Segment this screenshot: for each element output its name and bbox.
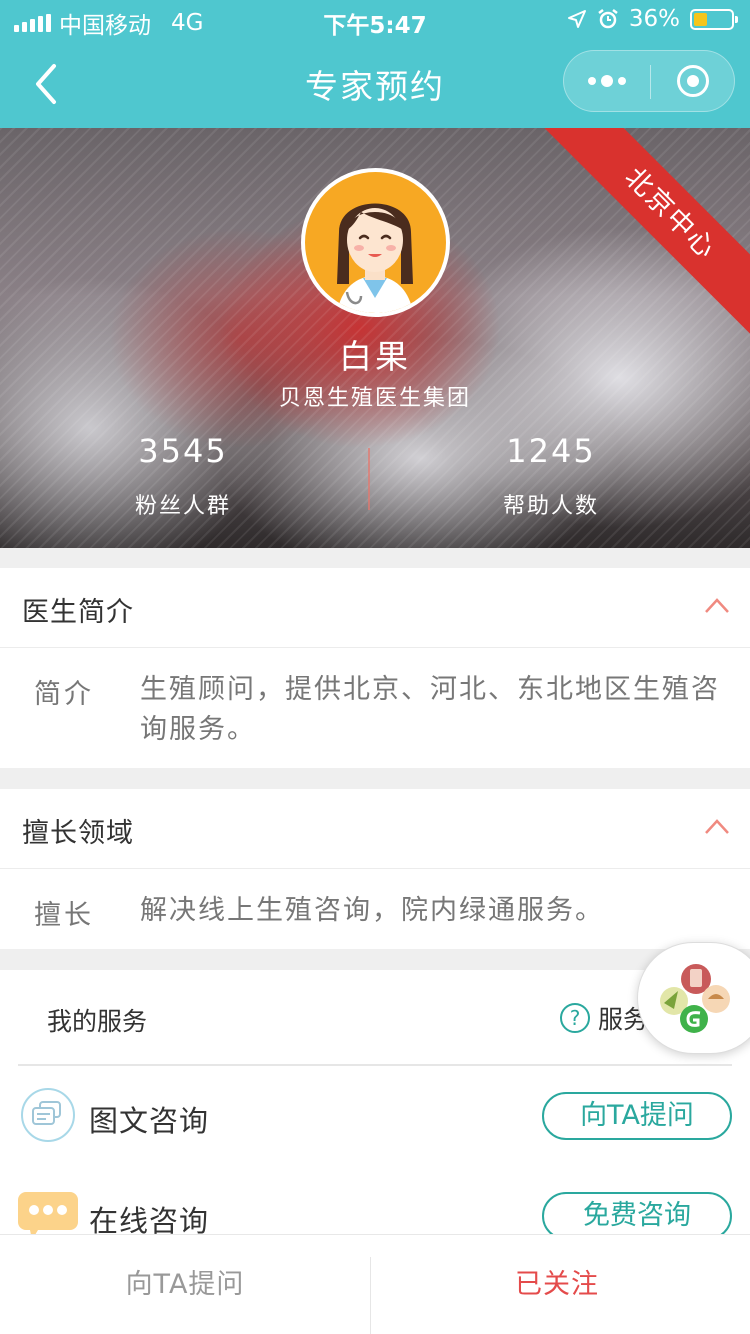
alarm-icon [598,9,618,29]
location-arrow-icon [567,10,586,28]
chevron-up-icon[interactable] [704,596,730,616]
doctor-hero: 北京中心 白果 贝恩生殖医生集团 3545 粉丝人群 1245 帮助人数 [0,128,750,548]
doctor-avatar [301,168,450,317]
chat-bubbles-icon [21,1088,75,1142]
expertise-title: 擅长领域 [22,818,134,849]
free-consult-button[interactable]: 免费咨询 [542,1192,732,1240]
mini-program-capsule [563,50,735,112]
expertise-card: 擅长领域 擅长 解决线上生殖咨询，院内绿通服务。 [0,789,750,949]
services-help[interactable]: ? 服务 [560,1000,648,1036]
doctor-organization: 贝恩生殖医生集团 [278,386,471,411]
stat-divider [368,448,370,510]
chevron-up-icon[interactable] [704,817,730,837]
stat-fans-label: 粉丝人群 [134,494,231,519]
header: 中国移动 4G 下午5:47 36% 专家预约 [0,0,750,128]
intro-title: 医生简介 [22,597,134,628]
app-cluster-icon [660,964,730,1033]
more-dots-icon[interactable] [564,51,650,111]
target-icon[interactable] [650,51,736,111]
bottom-divider [370,1257,371,1334]
expertise-header[interactable]: 擅长领域 [0,789,750,869]
expertise-label: 擅长 [34,900,94,931]
stat-helped: 1245 帮助人数 [411,432,691,520]
stat-fans: 3545 粉丝人群 [43,432,323,520]
bottom-ask-button[interactable]: 向TA提问 [0,1235,370,1334]
battery-percent: 36% [628,6,680,32]
stat-helped-label: 帮助人数 [502,494,599,519]
follow-button[interactable]: 已关注 [372,1235,742,1334]
battery-icon [690,8,738,30]
floating-apps-bubble[interactable] [637,942,750,1054]
intro-header[interactable]: 医生简介 [0,568,750,648]
doctor-name: 白果 [339,337,411,376]
services-divider [18,1064,732,1066]
ask-question-button[interactable]: 向TA提问 [542,1092,732,1140]
expertise-text: 解决线上生殖咨询，院内绿通服务。 [140,895,604,926]
intro-label: 简介 [34,679,94,710]
center-badge: 北京中心 [544,128,750,340]
question-icon: ? [560,1003,590,1033]
intro-text: 生殖顾问，提供北京、河北、东北地区生殖咨询服务。 [140,674,720,745]
service-label: 图文咨询 [89,1104,210,1138]
status-right: 36% [567,6,738,32]
bottom-bar: 向TA提问 已关注 [0,1234,750,1334]
intro-card: 医生简介 简介 生殖顾问，提供北京、河北、东北地区生殖咨询服务。 [0,568,750,768]
stat-fans-value: 3545 [138,432,228,470]
services-title: 我的服务 [47,1007,148,1036]
status-bar: 中国移动 4G 下午5:47 36% [0,0,750,40]
nav-bar: 专家预约 [0,40,750,128]
stat-helped-value: 1245 [506,432,596,470]
